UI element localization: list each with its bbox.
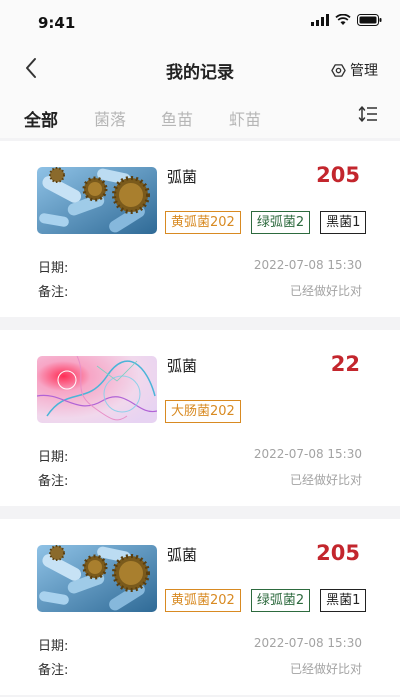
tag: 大肠菌202 bbox=[165, 400, 241, 423]
tab-shrimp-fry[interactable]: 虾苗 bbox=[229, 106, 261, 130]
tag-list: 大肠菌202 bbox=[165, 400, 241, 423]
record-card[interactable]: 弧菌 205 黄弧菌202 绿弧菌2 黑菌1 日期: 2022-07-08 15… bbox=[0, 141, 400, 317]
record-card[interactable]: 弧菌 205 黄弧菌202 绿弧菌2 黑菌1 日期: 2022-07-08 15… bbox=[0, 519, 400, 695]
note-value: 已经做好比对 bbox=[289, 662, 362, 676]
tab-fish-fry[interactable]: 鱼苗 bbox=[161, 106, 193, 130]
filter-tabs: 全部 菌落 鱼苗 虾苗 bbox=[0, 94, 400, 138]
record-count: 205 bbox=[316, 163, 360, 187]
battery-icon bbox=[357, 14, 382, 26]
date-label: 日期: bbox=[38, 261, 69, 276]
record-count: 205 bbox=[316, 541, 360, 565]
wifi-icon bbox=[335, 14, 351, 25]
tab-colony[interactable]: 菌落 bbox=[94, 106, 126, 130]
date-value: 2022-07-08 15:30 bbox=[253, 447, 362, 461]
tag-list: 黄弧菌202 绿弧菌2 黑菌1 bbox=[165, 589, 367, 612]
status-bar: 9:41 bbox=[0, 0, 400, 44]
tag: 黑菌1 bbox=[320, 211, 367, 234]
note-value: 已经做好比对 bbox=[289, 284, 362, 298]
note-label: 备注: bbox=[38, 474, 69, 489]
tag-list: 黄弧菌202 绿弧菌2 黑菌1 bbox=[165, 211, 367, 234]
tag: 黄弧菌202 bbox=[165, 211, 241, 234]
bacteria-image bbox=[37, 356, 157, 423]
tag: 黄弧菌202 bbox=[165, 589, 241, 612]
sort-icon[interactable] bbox=[358, 104, 378, 124]
record-title: 弧菌 bbox=[167, 546, 198, 564]
nav-bar: 我的记录 管理 bbox=[0, 44, 400, 94]
record-count: 22 bbox=[330, 352, 360, 376]
status-icons bbox=[311, 14, 382, 26]
record-card[interactable]: 弧菌 22 大肠菌202 日期: 2022-07-08 15:30 备注: 已经… bbox=[0, 330, 400, 506]
note-label: 备注: bbox=[38, 663, 69, 678]
status-time: 9:41 bbox=[38, 14, 76, 32]
signal-icon bbox=[311, 14, 329, 26]
tag: 绿弧菌2 bbox=[250, 589, 311, 612]
bacteria-image bbox=[37, 545, 157, 612]
date-value: 2022-07-08 15:30 bbox=[253, 258, 362, 272]
bacteria-image bbox=[37, 167, 157, 234]
date-label: 日期: bbox=[38, 450, 69, 465]
tag: 绿弧菌2 bbox=[250, 211, 311, 234]
note-value: 已经做好比对 bbox=[289, 473, 362, 487]
date-value: 2022-07-08 15:30 bbox=[253, 636, 362, 650]
note-label: 备注: bbox=[38, 285, 69, 300]
manage-label: 管理 bbox=[350, 63, 378, 79]
tag: 黑菌1 bbox=[320, 589, 367, 612]
record-title: 弧菌 bbox=[167, 357, 198, 375]
tab-all[interactable]: 全部 bbox=[24, 106, 58, 131]
settings-icon bbox=[331, 63, 346, 77]
record-title: 弧菌 bbox=[167, 168, 198, 186]
date-label: 日期: bbox=[38, 639, 69, 654]
manage-button[interactable]: 管理 bbox=[331, 60, 378, 80]
